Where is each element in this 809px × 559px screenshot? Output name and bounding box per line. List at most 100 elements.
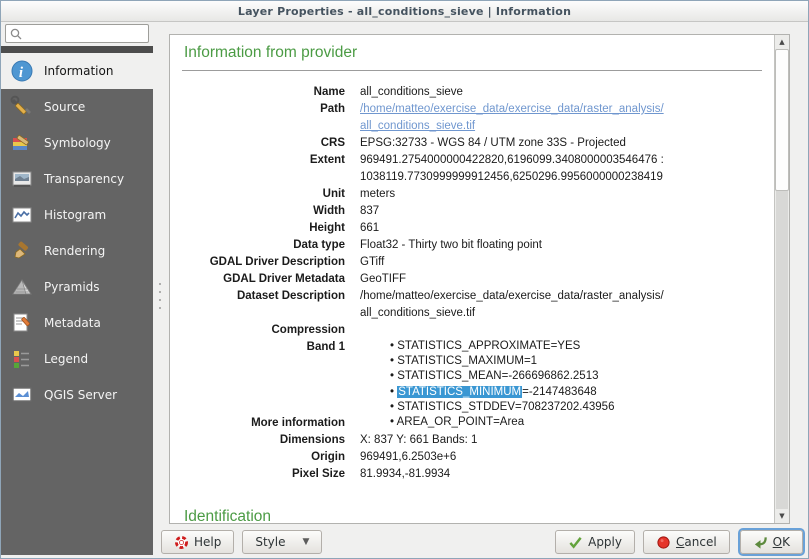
sidebar-item-pyramids[interactable]: Pyramids: [1, 269, 153, 305]
cancel-button[interactable]: Cancel: [643, 530, 730, 554]
field-value: 837: [360, 203, 762, 220]
help-lifebuoy-icon: [174, 535, 189, 550]
sidebar-item-source[interactable]: Source: [1, 89, 153, 125]
sidebar-item-legend[interactable]: Legend: [1, 341, 153, 377]
field-label: Origin: [182, 449, 345, 466]
table-row: More information AREA_OR_POINT=Area: [182, 415, 762, 432]
sidebar-item-label: Histogram: [44, 208, 106, 222]
selected-text: STATISTICS_MINIMUM: [397, 386, 522, 398]
provider-info-table: Name all_conditions_sieve Path /home/mat…: [182, 84, 762, 483]
table-row: Width 837: [182, 203, 762, 220]
search-input[interactable]: [23, 25, 148, 42]
information-icon: i: [10, 59, 34, 83]
cancel-stop-icon: [656, 535, 671, 550]
dialog-button-bar: Help Style ▼ Apply Cancel: [161, 529, 805, 555]
style-label: Style: [255, 535, 285, 549]
sidebar-item-label: Source: [44, 100, 85, 114]
field-label: GDAL Driver Metadata: [182, 271, 345, 288]
table-row: Extent 969491.2754000000422820,6196099.3…: [182, 152, 762, 186]
sidebar-item-symbology[interactable]: Symbology: [1, 125, 153, 161]
field-label: More information: [182, 415, 345, 432]
source-icon: [10, 95, 34, 119]
table-row: Height 661: [182, 220, 762, 237]
list-item: STATISTICS_MAXIMUM=1: [390, 354, 762, 369]
list-item: STATISTICS_MINIMUM=-2147483648: [390, 385, 762, 400]
field-label: CRS: [182, 135, 345, 152]
ok-button[interactable]: OK: [740, 530, 803, 554]
field-value: all_conditions_sieve: [360, 84, 762, 101]
sidebar-item-qgis-server[interactable]: QGIS Server: [1, 377, 153, 413]
table-row: Band 1 STATISTICS_APPROXIMATE=YES STATIS…: [182, 339, 762, 415]
sidebar-item-transparency[interactable]: Transparency: [1, 161, 153, 197]
table-row: Path /home/matteo/exercise_data/exercise…: [182, 101, 762, 135]
sidebar-item-rendering[interactable]: Rendering: [1, 233, 153, 269]
section-title-provider: Information from provider: [184, 44, 762, 62]
field-label: Width: [182, 203, 345, 220]
field-value: 969491.2754000000422820,6196099.34080000…: [360, 152, 762, 186]
apply-button[interactable]: Apply: [555, 530, 635, 554]
scrollbar-track[interactable]: [776, 191, 788, 509]
list-item: STATISTICS_STDDEV=708237202.43956: [390, 400, 762, 415]
table-row: GDAL Driver Metadata GeoTIFF: [182, 271, 762, 288]
sidebar-item-information[interactable]: i Information: [1, 53, 153, 89]
field-label: Compression: [182, 322, 345, 339]
field-value: 81.9934,-81.9934: [360, 466, 762, 483]
field-label: Band 1: [182, 339, 345, 415]
sidebar-search[interactable]: [5, 24, 149, 43]
pyramids-icon: [10, 275, 34, 299]
table-row: Name all_conditions_sieve: [182, 84, 762, 101]
help-button[interactable]: Help: [161, 530, 234, 554]
field-label: Extent: [182, 152, 345, 186]
scroll-down-arrow-icon[interactable]: ▼: [775, 509, 789, 523]
sidebar-item-label: Transparency: [44, 172, 124, 186]
metadata-icon: [10, 311, 34, 335]
style-dropdown-button[interactable]: Style ▼: [242, 530, 322, 554]
window-title: Layer Properties - all_conditions_sieve …: [238, 5, 571, 18]
apply-check-icon: [568, 535, 583, 550]
symbology-icon: [10, 131, 34, 155]
table-row: Data type Float32 - Thirty two bit float…: [182, 237, 762, 254]
scroll-up-arrow-icon[interactable]: ▲: [775, 35, 789, 49]
chevron-down-icon: ▼: [303, 537, 310, 547]
list-item: STATISTICS_MEAN=-266696862.2513: [390, 369, 762, 384]
section-divider: [182, 70, 762, 71]
rendering-icon: [10, 239, 34, 263]
more-information-list: AREA_OR_POINT=Area: [360, 415, 762, 432]
list-item: AREA_OR_POINT=Area: [390, 415, 762, 430]
field-value: /home/matteo/exercise_data/exercise_data…: [360, 101, 762, 135]
field-value: /home/matteo/exercise_data/exercise_data…: [360, 288, 762, 322]
layer-properties-dialog: Layer Properties - all_conditions_sieve …: [0, 0, 809, 559]
title-bar[interactable]: Layer Properties - all_conditions_sieve …: [1, 1, 808, 22]
section-title-identification: Identification: [184, 508, 762, 523]
table-row: Pixel Size 81.9934,-81.9934: [182, 466, 762, 483]
table-row: Compression: [182, 322, 762, 339]
field-value: GTiff: [360, 254, 762, 271]
path-link[interactable]: /home/matteo/exercise_data/exercise_data…: [360, 101, 762, 135]
ok-button-focus-ring: OK: [738, 528, 805, 556]
band1-statistics-list: STATISTICS_APPROXIMATE=YES STATISTICS_MA…: [360, 339, 762, 415]
ok-label: OK: [773, 535, 790, 549]
table-row: CRS EPSG:32733 - WGS 84 / UTM zone 33S -…: [182, 135, 762, 152]
field-label: Unit: [182, 186, 345, 203]
sidebar-item-label: Rendering: [44, 244, 105, 258]
field-value: X: 837 Y: 661 Bands: 1: [360, 432, 762, 449]
sidebar-item-label: Metadata: [44, 316, 101, 330]
information-panel: Information from provider Name all_condi…: [169, 34, 790, 524]
splitter-handle[interactable]: [157, 283, 162, 309]
table-row: Origin 969491,6.2503e+6: [182, 449, 762, 466]
scrollbar-thumb[interactable]: [775, 49, 789, 191]
histogram-icon: [10, 203, 34, 227]
sidebar-item-label: Information: [44, 64, 113, 78]
sidebar-item-label: QGIS Server: [44, 388, 117, 402]
field-label: Dataset Description: [182, 288, 345, 322]
sidebar-item-label: Legend: [44, 352, 88, 366]
field-value: 661: [360, 220, 762, 237]
field-label: Height: [182, 220, 345, 237]
transparency-icon: [10, 167, 34, 191]
ok-arrow-icon: [753, 535, 768, 550]
table-row: Dataset Description /home/matteo/exercis…: [182, 288, 762, 322]
table-row: Unit meters: [182, 186, 762, 203]
sidebar-item-metadata[interactable]: Metadata: [1, 305, 153, 341]
sidebar-item-histogram[interactable]: Histogram: [1, 197, 153, 233]
vertical-scrollbar[interactable]: ▲ ▼: [774, 35, 789, 523]
